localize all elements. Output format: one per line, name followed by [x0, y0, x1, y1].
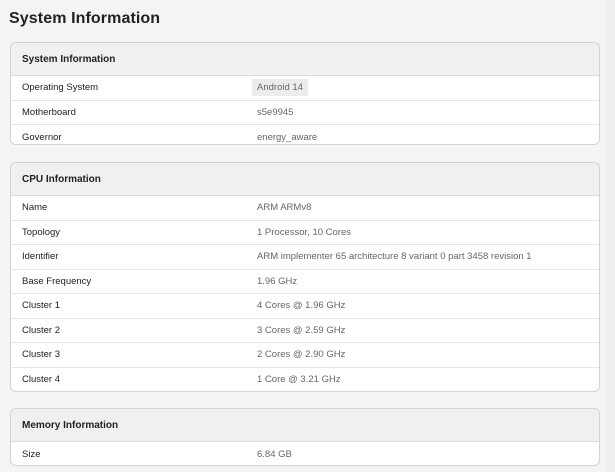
cpu-information-card: CPU Information Name ARM ARMv8 Topology … [10, 162, 600, 392]
card-header-memory: Memory Information [11, 409, 599, 442]
row-value-governor: energy_aware [257, 131, 318, 143]
row-key-topology: Topology [22, 226, 61, 238]
row-value-motherboard: s5e9945 [257, 106, 294, 118]
page-title: System Information [9, 10, 161, 27]
row-value-identifier: ARM implementer 65 architecture 8 varian… [257, 251, 532, 263]
row-key-cluster-4: Cluster 4 [22, 374, 61, 386]
card-header-cpu: CPU Information [11, 163, 599, 196]
row-value-size: 6.84 GB [257, 448, 292, 460]
row-value-base-frequency: 1.96 GHz [257, 275, 298, 287]
table-row: Base Frequency 1.96 GHz [11, 270, 599, 294]
row-value-operating-system: Android 14 [252, 79, 308, 97]
row-key-cluster-1: Cluster 1 [22, 300, 61, 312]
row-key-governor: Governor [22, 131, 62, 143]
row-key-cluster-2: Cluster 2 [22, 324, 61, 336]
row-value-topology: 1 Processor, 10 Cores [257, 226, 351, 238]
table-row: Cluster 3 2 Cores @ 2.90 GHz [11, 343, 599, 368]
table-row: Cluster 4 1 Core @ 3.21 GHz [11, 368, 599, 392]
table-row: Motherboard s5e9945 [11, 101, 599, 125]
table-row: Cluster 2 3 Cores @ 2.59 GHz [11, 319, 599, 343]
row-key-identifier: Identifier [22, 251, 59, 263]
table-row: Cluster 1 4 Cores @ 1.96 GHz [11, 294, 599, 319]
row-key-motherboard: Motherboard [22, 106, 76, 118]
system-information-page: System Information System Information Op… [0, 0, 606, 472]
row-value-cluster-3: 2 Cores @ 2.90 GHz [257, 349, 346, 361]
table-row: Governor energy_aware [11, 125, 599, 144]
row-value-cluster-4: 1 Core @ 3.21 GHz [257, 374, 341, 386]
card-header-system: System Information [11, 43, 599, 76]
row-key-name: Name [22, 202, 48, 214]
row-key-base-frequency: Base Frequency [22, 275, 92, 287]
system-information-card: System Information Operating System Andr… [10, 42, 600, 145]
row-key-operating-system: Operating System [22, 82, 99, 94]
row-value-name: ARM ARMv8 [257, 202, 312, 214]
table-row: Identifier ARM implementer 65 architectu… [11, 245, 599, 270]
row-value-cluster-2: 3 Cores @ 2.59 GHz [257, 324, 346, 336]
table-row: Topology 1 Processor, 10 Cores [11, 221, 599, 245]
table-row: Operating System Android 14 [11, 76, 599, 101]
row-key-size: Size [22, 448, 41, 460]
row-key-cluster-3: Cluster 3 [22, 349, 61, 361]
table-row: Size 6.84 GB [11, 442, 599, 465]
row-value-cluster-1: 4 Cores @ 1.96 GHz [257, 300, 346, 312]
memory-information-card: Memory Information Size 6.84 GB [10, 408, 600, 466]
table-row: Name ARM ARMv8 [11, 196, 599, 221]
